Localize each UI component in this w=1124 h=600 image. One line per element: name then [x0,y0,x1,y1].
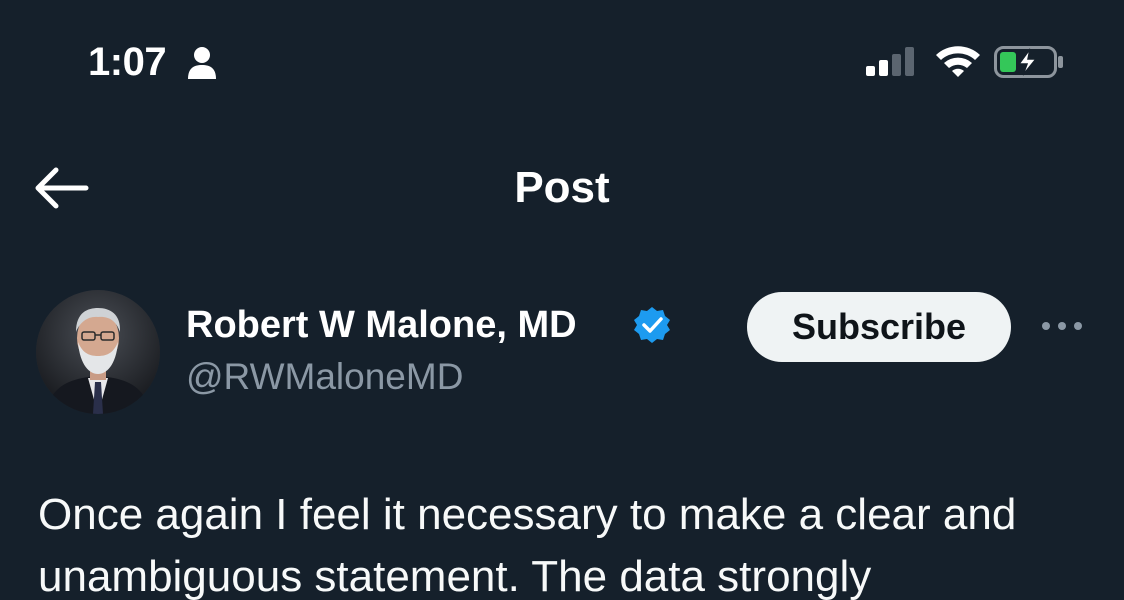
battery-charging-icon [994,44,1066,85]
author-avatar[interactable] [36,290,160,414]
top-navigation-bar: Post [0,130,1124,247]
wifi-icon [934,44,982,83]
status-bar: 1:07 [0,0,1124,120]
author-name[interactable]: Robert W Malone, MD [186,302,577,348]
cellular-signal-icon [864,46,918,81]
author-handle[interactable]: @RWMaloneMD [186,354,463,400]
ellipsis-icon[interactable] [1040,316,1084,341]
page-title: Post [514,163,610,212]
verified-badge-icon [632,305,672,350]
post-body: Once again I feel it necessary to make a… [38,484,1108,600]
status-time: 1:07 [88,40,167,84]
post-text-line: Once again I feel it necessary to make a… [38,490,1017,539]
post-text-line: unambiguous statement. The data strongly [38,552,872,600]
post-screen: 1:07 Post Robert W Malone, MD @RWMaloneM… [0,0,1124,600]
person-icon [186,46,218,85]
header-divider [0,246,1124,247]
subscribe-button[interactable]: Subscribe [747,292,1011,362]
avatar-photo [36,290,160,414]
